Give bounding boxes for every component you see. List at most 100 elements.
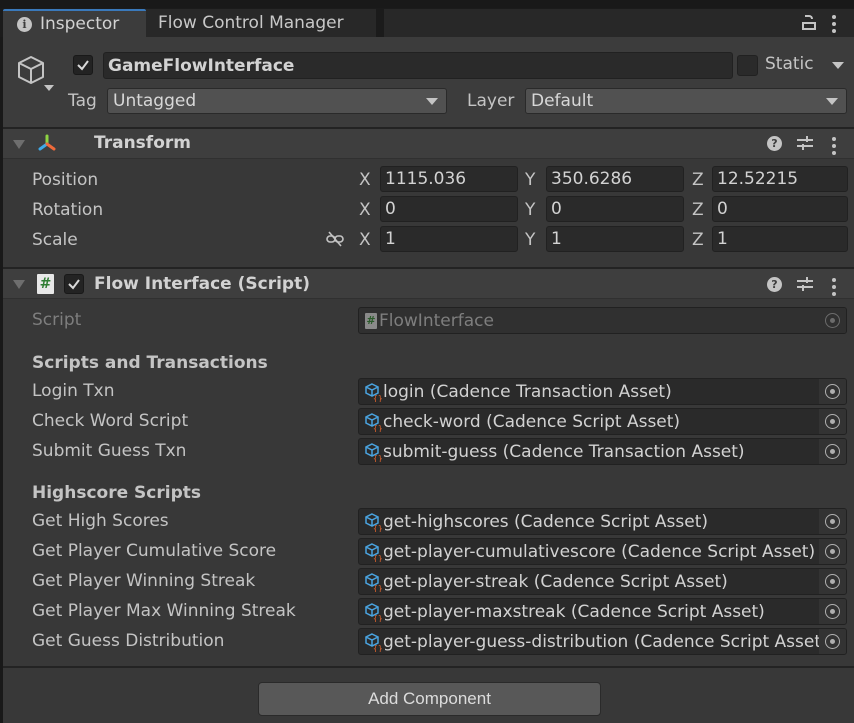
- svg-text:{}: {}: [373, 394, 382, 402]
- component-enabled-checkbox[interactable]: [64, 274, 84, 294]
- svg-text:{}: {}: [373, 454, 382, 462]
- get-player-winning-streak-field[interactable]: {} get-player-streak (Cadence Script Ass…: [358, 568, 847, 595]
- chevron-down-icon: [826, 98, 838, 105]
- script-label: Script: [32, 310, 82, 330]
- script-value: FlowInterface: [379, 310, 494, 331]
- gameobject-header: [3, 37, 854, 128]
- object-picker-button[interactable]: [819, 439, 846, 464]
- axis-x-label[interactable]: X: [359, 170, 371, 190]
- rotation-z-input[interactable]: 0: [712, 196, 848, 222]
- axis-x-label[interactable]: X: [359, 230, 371, 250]
- login-txn-label: Login Txn: [32, 381, 115, 401]
- csharp-script-icon: #: [365, 312, 377, 329]
- target-icon: [825, 544, 840, 559]
- get-player-max-winning-streak-field[interactable]: {} get-player-maxstreak (Cadence Script …: [358, 598, 847, 625]
- add-component-button[interactable]: Add Component: [258, 682, 601, 716]
- flow-interface-menu-icon[interactable]: [832, 278, 836, 296]
- unlinked-scale-icon[interactable]: [325, 231, 345, 247]
- tab-bar-empty-area: [384, 9, 854, 37]
- submit-guess-txn-field[interactable]: {} submit-guess (Cadence Transaction Ass…: [358, 438, 847, 465]
- get-guess-distribution-label: Get Guess Distribution: [32, 631, 225, 651]
- get-player-max-winning-streak-label: Get Player Max Winning Streak: [32, 601, 296, 621]
- flow-interface-title: Flow Interface (Script): [94, 274, 310, 294]
- get-player-max-winning-streak-value: get-player-maxstreak (Cadence Script Ass…: [383, 601, 765, 622]
- svg-text:{}: {}: [373, 584, 382, 592]
- position-y-input[interactable]: 350.6286: [546, 166, 684, 192]
- tab-menu-icon[interactable]: [832, 15, 836, 33]
- checkmark-icon: [68, 279, 80, 290]
- submit-guess-txn-label: Submit Guess Txn: [32, 441, 187, 461]
- axis-x-label[interactable]: X: [359, 200, 371, 220]
- get-guess-distribution-field[interactable]: {} get-player-guess-distribution (Cadenc…: [358, 628, 847, 655]
- get-guess-distribution-value: get-player-guess-distribution (Cadence S…: [383, 631, 819, 652]
- submit-guess-txn-value: submit-guess (Cadence Transaction Asset): [383, 441, 745, 462]
- scale-z-input[interactable]: 1: [712, 226, 848, 252]
- check-word-script-field[interactable]: {} check-word (Cadence Script Asset): [358, 408, 847, 435]
- get-player-cumulative-score-field[interactable]: {} get-player-cumulativescore (Cadence S…: [358, 538, 847, 565]
- icon-dropdown-caret-icon[interactable]: [44, 85, 54, 91]
- axis-z-label[interactable]: Z: [692, 230, 704, 250]
- gameobject-active-checkbox[interactable]: [73, 55, 93, 75]
- object-picker-button[interactable]: [819, 539, 846, 564]
- help-icon[interactable]: ?: [767, 277, 782, 292]
- get-player-winning-streak-label: Get Player Winning Streak: [32, 571, 256, 591]
- axis-y-label[interactable]: Y: [525, 200, 535, 220]
- object-picker-button[interactable]: [819, 569, 846, 594]
- target-icon: [825, 574, 840, 589]
- static-dropdown-icon[interactable]: [832, 62, 844, 69]
- target-icon: [825, 604, 840, 619]
- target-icon: [825, 384, 840, 399]
- cadence-asset-icon: {}: [365, 572, 382, 592]
- csharp-script-icon: #: [37, 274, 54, 294]
- tag-dropdown[interactable]: Untagged: [107, 88, 447, 114]
- script-field: # FlowInterface: [358, 307, 847, 334]
- axis-y-label[interactable]: Y: [525, 170, 535, 190]
- gameobject-cube-icon[interactable]: [15, 54, 47, 86]
- static-checkbox[interactable]: [737, 55, 758, 76]
- get-player-cumulative-score-label: Get Player Cumulative Score: [32, 541, 277, 561]
- layer-label: Layer: [467, 91, 515, 111]
- scale-y-input[interactable]: 1: [546, 226, 684, 252]
- svg-text:{}: {}: [373, 424, 382, 432]
- get-high-scores-label: Get High Scores: [32, 511, 169, 531]
- presets-icon[interactable]: [797, 277, 813, 291]
- svg-text:{}: {}: [373, 644, 382, 652]
- tab-flow-control-manager[interactable]: Flow Control Manager: [146, 9, 376, 37]
- presets-icon[interactable]: [797, 136, 813, 150]
- cadence-asset-icon: {}: [365, 542, 382, 562]
- chevron-down-icon: [426, 98, 438, 105]
- tab-inspector[interactable]: i Inspector: [3, 9, 146, 37]
- object-picker-button[interactable]: [819, 599, 846, 624]
- target-icon: [825, 313, 840, 328]
- section-header-scripts-and-transactions: Scripts and Transactions: [32, 353, 268, 373]
- checkmark-icon: [77, 60, 89, 71]
- scale-x-input[interactable]: 1: [380, 226, 518, 252]
- static-label: Static: [765, 54, 814, 74]
- object-picker-button[interactable]: [819, 379, 846, 404]
- axis-z-label[interactable]: Z: [692, 170, 704, 190]
- position-x-input[interactable]: 1115.036: [380, 166, 518, 192]
- section-header-highscore-scripts: Highscore Scripts: [32, 483, 201, 503]
- object-picker-button[interactable]: [819, 409, 846, 434]
- layer-dropdown[interactable]: Default: [525, 88, 847, 114]
- tab-bar: i Inspector Flow Control Manager: [0, 0, 854, 37]
- get-high-scores-field[interactable]: {} get-highscores (Cadence Script Asset): [358, 508, 847, 535]
- transform-foldout-icon[interactable]: [13, 140, 25, 149]
- login-txn-field[interactable]: {} login (Cadence Transaction Asset): [358, 378, 847, 405]
- tab-flow-control-manager-label: Flow Control Manager: [158, 13, 344, 33]
- gameobject-name-input[interactable]: GameFlowInterface: [103, 52, 733, 79]
- rotation-x-input[interactable]: 0: [380, 196, 518, 222]
- position-z-input[interactable]: 12.52215: [712, 166, 848, 192]
- object-picker-button[interactable]: [819, 509, 846, 534]
- lock-icon[interactable]: [802, 15, 816, 31]
- layer-value: Default: [531, 91, 594, 111]
- flow-interface-foldout-icon[interactable]: [13, 280, 25, 289]
- rotation-y-input[interactable]: 0: [546, 196, 684, 222]
- axis-y-label[interactable]: Y: [525, 230, 535, 250]
- help-icon[interactable]: ?: [767, 136, 782, 151]
- object-picker-button[interactable]: [819, 629, 846, 654]
- tag-value: Untagged: [113, 91, 197, 111]
- object-picker-button: [819, 308, 846, 333]
- transform-menu-icon[interactable]: [832, 137, 836, 155]
- axis-z-label[interactable]: Z: [692, 200, 704, 220]
